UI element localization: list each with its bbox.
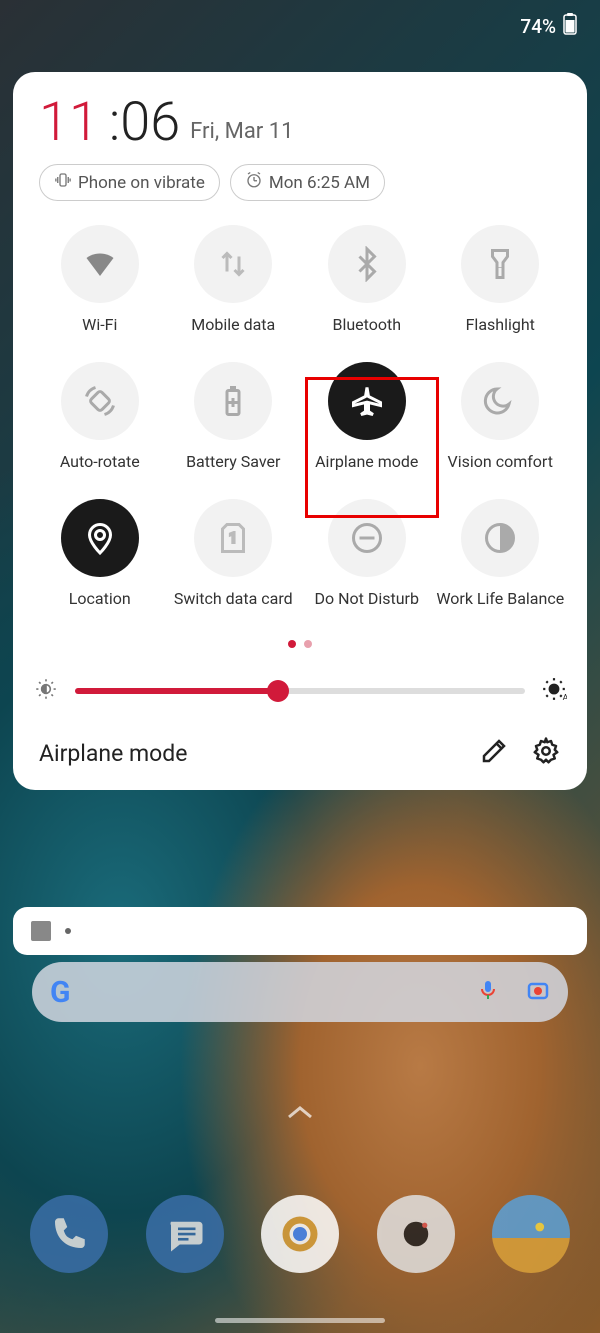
time-date-row: 11:06 Fri, Mar 11 (33, 96, 567, 150)
battery-icon (562, 13, 578, 40)
search-pill[interactable]: G (32, 962, 568, 1022)
tile-vision-comfort[interactable]: Vision comfort (434, 362, 568, 471)
alarm-label: Mon 6:25 AM (269, 173, 370, 193)
tile-flashlight[interactable]: Flashlight (434, 225, 568, 334)
tile-label: Wi-Fi (82, 315, 117, 334)
battery-saver-icon (215, 383, 251, 419)
google-icon: G (50, 975, 70, 1010)
tile-auto-rotate[interactable]: Auto-rotate (33, 362, 167, 471)
status-chips: Phone on vibrate Mon 6:25 AM (33, 164, 567, 201)
do-not-disturb-icon (349, 520, 385, 556)
tile-label: Flashlight (466, 315, 535, 334)
svg-text:1: 1 (229, 531, 237, 547)
page-indicator (33, 640, 567, 648)
tile-switch-data-card[interactable]: 1 Switch data card (167, 499, 301, 608)
date-text: Fri, Mar 11 (190, 119, 293, 150)
vibrate-chip[interactable]: Phone on vibrate (39, 164, 220, 201)
bluetooth-icon (349, 246, 385, 282)
footer-label: Airplane mode (39, 740, 187, 767)
tile-work-life-balance[interactable]: Work Life Balance (434, 499, 568, 608)
battery-percent: 74% (520, 15, 556, 38)
svg-text:A: A (563, 693, 567, 702)
tile-label: Mobile data (191, 315, 275, 334)
tile-label: Vision comfort (448, 452, 553, 471)
auto-rotate-icon (82, 383, 118, 419)
tile-location[interactable]: Location (33, 499, 167, 608)
tile-mobile-data[interactable]: Mobile data (167, 225, 301, 334)
tile-wifi[interactable]: Wi-Fi (33, 225, 167, 334)
tile-label: Battery Saver (186, 452, 280, 471)
camera-app[interactable] (377, 1195, 455, 1273)
sim-card-icon: 1 (215, 520, 251, 556)
tile-label: Work Life Balance (436, 589, 564, 608)
clock-minutes: :06 (109, 96, 180, 150)
tiles-grid: Wi-Fi Mobile data Bluetooth Flashlight A… (33, 225, 567, 608)
brightness-slider[interactable] (75, 688, 525, 694)
gallery-app[interactable] (492, 1195, 570, 1273)
page-dot-inactive (304, 640, 312, 648)
page-dot-active (288, 640, 296, 648)
tile-label: Switch data card (174, 589, 293, 608)
home-indicator[interactable] (215, 1318, 385, 1323)
image-icon (31, 921, 51, 941)
alarm-chip[interactable]: Mon 6:25 AM (230, 164, 385, 201)
panel-footer: Airplane mode (33, 736, 567, 770)
mobile-data-icon (215, 246, 251, 282)
vibrate-label: Phone on vibrate (78, 173, 205, 193)
wifi-icon (82, 246, 118, 282)
phone-app[interactable] (30, 1195, 108, 1273)
brightness-row: A (33, 676, 567, 706)
slider-thumb[interactable] (267, 680, 289, 702)
location-icon (82, 520, 118, 556)
alarm-icon (245, 171, 263, 194)
dock (30, 1195, 570, 1273)
airplane-icon (349, 383, 385, 419)
tile-battery-saver[interactable]: Battery Saver (167, 362, 301, 471)
brightness-auto-icon[interactable]: A (541, 676, 567, 706)
notification-strip[interactable] (13, 907, 587, 955)
edit-button[interactable] (479, 736, 509, 770)
flashlight-icon (482, 246, 518, 282)
status-bar: 74% (0, 0, 600, 52)
tile-airplane-mode[interactable]: Airplane mode (300, 362, 434, 471)
clock-hour: 11 (39, 96, 99, 150)
tile-do-not-disturb[interactable]: Do Not Disturb (300, 499, 434, 608)
tile-label: Bluetooth (332, 315, 401, 334)
mic-icon[interactable] (476, 978, 500, 1006)
quick-settings-panel[interactable]: 11:06 Fri, Mar 11 Phone on vibrate Mon 6… (13, 72, 587, 790)
moon-icon (482, 383, 518, 419)
tile-label: Do Not Disturb (315, 589, 419, 608)
tile-label: Auto-rotate (60, 452, 140, 471)
chrome-app[interactable] (261, 1195, 339, 1273)
slider-fill (75, 688, 278, 694)
camera-icon[interactable] (526, 978, 550, 1006)
tile-label: Airplane mode (315, 452, 418, 471)
work-life-balance-icon (482, 520, 518, 556)
tile-label: Location (69, 589, 131, 608)
chevron-up-icon[interactable] (285, 1098, 315, 1128)
vibrate-icon (54, 171, 72, 194)
messages-app[interactable] (146, 1195, 224, 1273)
settings-button[interactable] (531, 736, 561, 770)
tile-bluetooth[interactable]: Bluetooth (300, 225, 434, 334)
notification-dot (65, 928, 71, 934)
brightness-low-icon (33, 676, 59, 706)
